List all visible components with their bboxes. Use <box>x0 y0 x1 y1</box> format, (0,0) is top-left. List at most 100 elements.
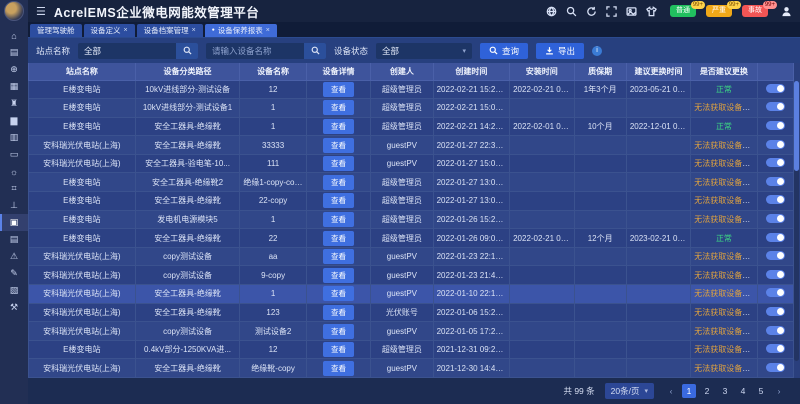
creator-cell: guestPV <box>371 247 433 266</box>
suggest-replace-toggle[interactable] <box>766 195 785 204</box>
view-button[interactable]: 查看 <box>323 342 354 357</box>
suggest-replace-toggle[interactable] <box>766 84 785 93</box>
device-report-table: 站点名称设备分类路径设备名称设备详情创建人创建时间安装时间质保期建议更换时间是否… <box>28 63 794 378</box>
language-icon[interactable] <box>546 6 557 17</box>
suggest-replace-toggle[interactable] <box>766 307 785 316</box>
page-button-4[interactable]: 4 <box>736 384 750 398</box>
device-name-cell: 12 <box>240 80 306 99</box>
suggest-replace-toggle[interactable] <box>766 344 785 353</box>
tab-设备保养报表[interactable]: ●设备保养报表× <box>205 24 277 37</box>
view-button[interactable]: 查看 <box>323 324 354 339</box>
device-name-input[interactable]: 请输入设备名称 <box>206 43 326 59</box>
view-button[interactable]: 查看 <box>323 119 354 134</box>
suggest-replace-toggle[interactable] <box>766 326 785 335</box>
sidebar-item-network[interactable]: ⊕ <box>0 61 28 78</box>
alarm-badge-red[interactable]: 事故99+ <box>742 5 768 17</box>
export-button[interactable]: 导出 <box>536 43 584 59</box>
page-button-5[interactable]: 5 <box>754 384 768 398</box>
view-button[interactable]: 查看 <box>323 212 354 227</box>
sidebar-item-home[interactable]: ⌂ <box>0 27 28 44</box>
tab-设备档案管理[interactable]: 设备档案管理× <box>137 24 203 37</box>
suggest-replace-toggle[interactable] <box>766 102 785 111</box>
view-button[interactable]: 查看 <box>323 361 354 376</box>
grid-icon: ⌗ <box>11 183 16 194</box>
toggle-cell <box>757 359 793 378</box>
sidebar-item-substation[interactable]: ♜ <box>0 95 28 112</box>
info-icon[interactable]: i <box>592 46 602 56</box>
sidebar-item-document[interactable]: ▧ <box>0 282 28 299</box>
device-search-icon[interactable] <box>304 43 326 59</box>
detail-cell: 查看 <box>306 359 370 378</box>
tab-管理驾驶舱[interactable]: 管理驾驶舱 <box>30 24 82 37</box>
suggest-replace-toggle[interactable] <box>766 158 785 167</box>
suggest-replace-toggle[interactable] <box>766 251 785 260</box>
sidebar-item-energy[interactable]: ☼ <box>0 163 28 180</box>
close-icon[interactable]: × <box>266 24 270 37</box>
view-button[interactable]: 查看 <box>323 100 354 115</box>
sidebar-item-edit[interactable]: ✎ <box>0 265 28 282</box>
view-button[interactable]: 查看 <box>323 193 354 208</box>
prev-page-button[interactable]: ‹ <box>664 384 678 398</box>
hamburger-menu-icon[interactable]: ☰ <box>36 5 46 18</box>
sidebar-item-monitor[interactable]: ▤ <box>0 44 28 61</box>
view-button[interactable]: 查看 <box>323 156 354 171</box>
site-search-icon[interactable] <box>176 43 198 59</box>
device-status-select[interactable]: 全部 ▾ <box>376 43 472 59</box>
suggest-replace-toggle[interactable] <box>766 288 785 297</box>
alarm-badge-yellow[interactable]: 严重99+ <box>706 5 732 17</box>
page-size-select[interactable]: 20条/页 ▾ <box>605 383 654 399</box>
column-header: 质保期 <box>574 63 626 80</box>
close-icon[interactable]: × <box>192 24 196 37</box>
site-cell: 安科瑞光伏电站(上海) <box>29 247 136 266</box>
view-button[interactable]: 查看 <box>323 82 354 97</box>
created-cell: 2022-01-26 15:29:57 <box>433 210 510 229</box>
scrollbar-thumb[interactable] <box>794 81 799 171</box>
refresh-icon[interactable] <box>586 6 597 17</box>
site-name-input[interactable]: 全部 <box>78 43 198 59</box>
suggest-replace-toggle[interactable] <box>766 363 785 372</box>
suggest-replace-toggle[interactable] <box>766 270 785 279</box>
view-button[interactable]: 查看 <box>323 138 354 153</box>
suggest-replace-toggle[interactable] <box>766 177 785 186</box>
view-button[interactable]: 查看 <box>323 305 354 320</box>
user-avatar-icon[interactable] <box>781 6 792 17</box>
alarm-badge-green[interactable]: 普通99+ <box>670 5 696 17</box>
category-cell: copy测试设备 <box>135 266 240 285</box>
sidebar-item-bar-chart[interactable]: ▆ <box>0 112 28 129</box>
screenshot-icon[interactable] <box>626 6 637 17</box>
page-button-1[interactable]: 1 <box>682 384 696 398</box>
sidebar-item-report-chart[interactable]: ▥ <box>0 129 28 146</box>
suggest-replace-toggle[interactable] <box>766 214 785 223</box>
close-icon[interactable]: × <box>124 24 128 37</box>
view-button[interactable]: 查看 <box>323 286 354 301</box>
sidebar-item-table[interactable]: ▤ <box>0 231 28 248</box>
suggest-replace-toggle[interactable] <box>766 121 785 130</box>
sidebar-item-topology[interactable]: ⊥ <box>0 197 28 214</box>
suggest-replace-toggle[interactable] <box>766 140 785 149</box>
next-page-button[interactable]: › <box>772 384 786 398</box>
toggle-cell <box>757 303 793 322</box>
installed-cell <box>510 99 574 118</box>
page-button-3[interactable]: 3 <box>718 384 732 398</box>
sidebar-item-archive[interactable]: ▦ <box>0 78 28 95</box>
status-text: 无法获取设备到期信息 <box>694 327 757 336</box>
created-cell: 2021-12-30 14:49:01 <box>433 359 510 378</box>
view-button[interactable]: 查看 <box>323 249 354 264</box>
installed-cell <box>510 136 574 155</box>
sidebar-item-grid[interactable]: ⌗ <box>0 180 28 197</box>
sidebar-item-alarm[interactable]: ⚠ <box>0 248 28 265</box>
suggest-replace-toggle[interactable] <box>766 233 785 242</box>
page-button-2[interactable]: 2 <box>700 384 714 398</box>
query-button[interactable]: 查询 <box>480 43 528 59</box>
sidebar-item-screen[interactable]: ▭ <box>0 146 28 163</box>
tab-设备定义[interactable]: 设备定义× <box>84 24 135 37</box>
theme-icon[interactable] <box>646 6 657 17</box>
view-button[interactable]: 查看 <box>323 231 354 246</box>
view-button[interactable]: 查看 <box>323 268 354 283</box>
fullscreen-icon[interactable] <box>606 6 617 17</box>
sidebar-item-device-report[interactable]: ▣ <box>0 214 28 231</box>
sidebar-item-tools[interactable]: ⚒ <box>0 299 28 316</box>
view-button[interactable]: 查看 <box>323 175 354 190</box>
table-row: 安科瑞光伏电站(上海)安全工器具-绝缘靴绝缘靴-copy查看guestPV202… <box>29 359 794 378</box>
search-icon[interactable] <box>566 6 577 17</box>
